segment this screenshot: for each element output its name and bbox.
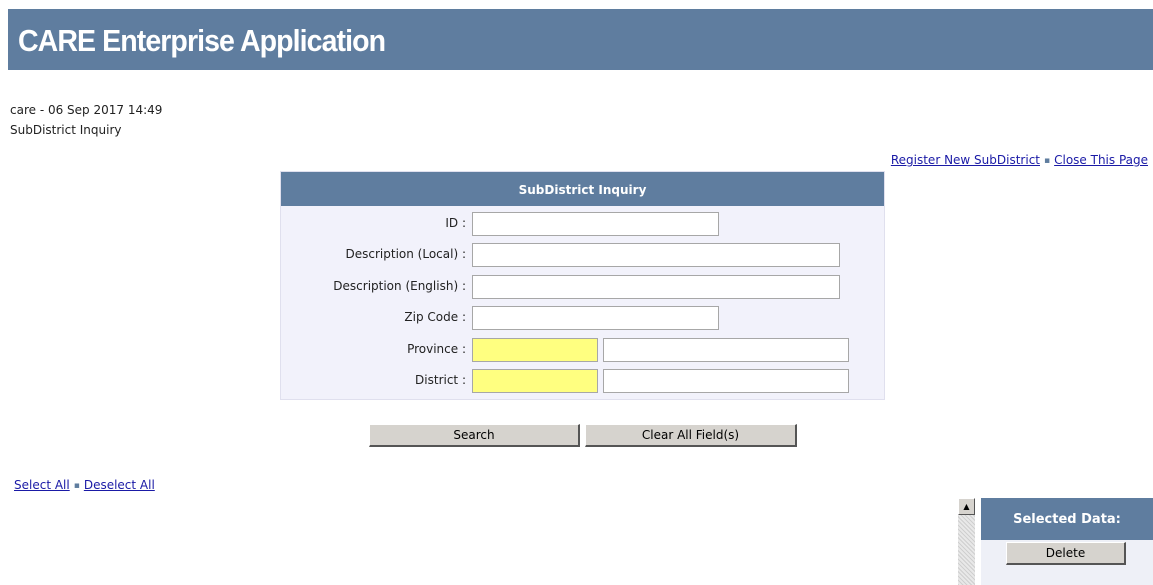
link-separator: ▪ (1044, 156, 1051, 166)
desc-english-label: Description (English) : (333, 279, 466, 293)
link-separator: ▪ (73, 481, 80, 491)
desc-english-input[interactable] (472, 275, 840, 299)
app-title: CARE Enterprise Application (18, 23, 386, 58)
province-row: Province : (281, 338, 884, 362)
selection-links: Select All ▪ Deselect All (14, 478, 155, 492)
desc-local-label: Description (Local) : (345, 247, 466, 261)
selected-data-panel: Selected Data: Delete (981, 498, 1153, 585)
search-button[interactable]: Search (369, 424, 580, 447)
zip-row: Zip Code : (281, 306, 884, 330)
province-name-input[interactable] (603, 338, 849, 362)
desc-local-input[interactable] (472, 243, 840, 267)
province-label: Province : (407, 342, 466, 356)
district-row: District : (281, 369, 884, 393)
desc-english-row: Description (English) : (281, 275, 884, 299)
delete-button[interactable]: Delete (1006, 542, 1126, 565)
selected-data-title: Selected Data: (981, 498, 1153, 540)
id-row: ID : (281, 212, 884, 236)
scroll-up-arrow-icon[interactable]: ▲ (958, 498, 975, 515)
register-new-subdistrict-link[interactable]: Register New SubDistrict (891, 153, 1040, 167)
district-name-input[interactable] (603, 369, 849, 393)
district-code-input[interactable] (472, 369, 598, 393)
zip-input[interactable] (472, 306, 719, 330)
form-title: SubDistrict Inquiry (281, 172, 884, 206)
top-links: Register New SubDistrict ▪ Close This Page (891, 153, 1148, 167)
province-code-input[interactable] (472, 338, 598, 362)
close-page-link[interactable]: Close This Page (1054, 153, 1148, 167)
id-label: ID : (445, 216, 466, 230)
id-input[interactable] (472, 212, 719, 236)
session-user-line: care - 06 Sep 2017 14:49 (10, 103, 163, 117)
inquiry-form-panel: SubDistrict Inquiry ID : Description (Lo… (280, 171, 885, 400)
selected-data-body: Delete (981, 540, 1153, 585)
scrollbar[interactable]: ▲ (958, 498, 975, 585)
desc-local-row: Description (Local) : (281, 243, 884, 267)
district-label: District : (415, 373, 466, 387)
page-title: SubDistrict Inquiry (10, 123, 122, 137)
clear-all-fields-button[interactable]: Clear All Field(s) (585, 424, 797, 447)
app-header: CARE Enterprise Application (8, 9, 1153, 70)
select-all-link[interactable]: Select All (14, 478, 70, 492)
zip-label: Zip Code : (404, 310, 466, 324)
deselect-all-link[interactable]: Deselect All (84, 478, 155, 492)
